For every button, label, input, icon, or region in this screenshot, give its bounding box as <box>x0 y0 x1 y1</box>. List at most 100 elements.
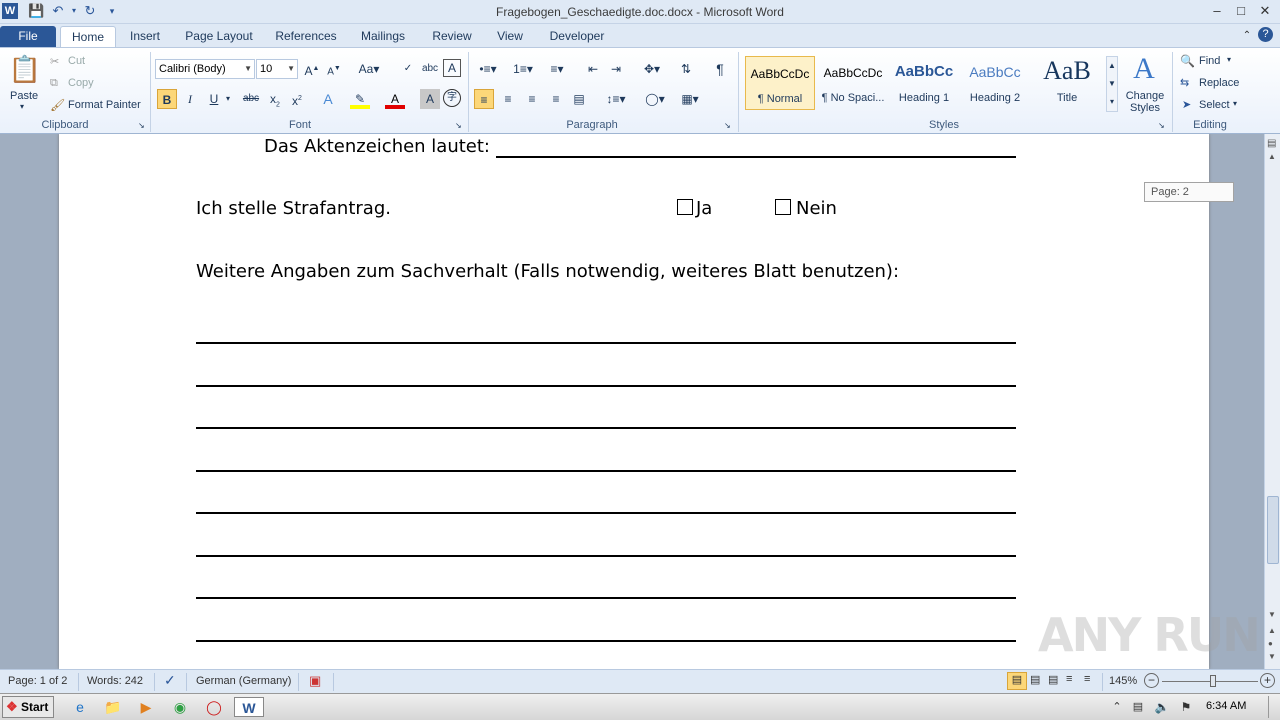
format-painter-button[interactable]: Format Painter <box>68 99 141 111</box>
close-button[interactable]: ✕ <box>1256 2 1274 20</box>
tab-home[interactable]: Home <box>60 26 116 48</box>
tab-mailings[interactable]: Mailings <box>354 26 412 48</box>
paragraph-launcher-icon[interactable]: ↘ <box>724 121 731 130</box>
subscript-button[interactable]: x2 <box>265 89 285 109</box>
clipboard-launcher-icon[interactable]: ↘ <box>138 121 145 130</box>
underline-dropdown-icon[interactable]: ▾ <box>222 89 234 109</box>
next-page-icon[interactable]: ▼ <box>1268 652 1276 661</box>
change-styles-button[interactable]: Change Styles <box>1124 90 1166 114</box>
numbering-icon[interactable]: 1≡▾ <box>508 59 538 79</box>
minimize-button[interactable]: – <box>1208 2 1226 20</box>
select-dropdown-icon[interactable]: ▾ <box>1233 99 1237 108</box>
character-shading-icon[interactable]: A <box>420 89 440 109</box>
ja-checkbox[interactable] <box>677 199 693 215</box>
scroll-up-icon[interactable]: ▲ <box>1268 152 1276 161</box>
opera-icon[interactable]: ◯ <box>204 697 224 717</box>
align-right-button[interactable]: ≡ <box>522 89 542 109</box>
media-player-icon[interactable]: ▶ <box>136 697 156 717</box>
document-page[interactable]: Das Aktenzeichen lautet: Ich stelle Stra… <box>59 134 1209 669</box>
phonetic-guide-icon[interactable]: abc <box>420 59 440 79</box>
chrome-icon[interactable]: ◉ <box>170 697 190 717</box>
start-button[interactable]: ❖ Start <box>2 696 54 718</box>
italic-button[interactable]: I <box>180 89 200 109</box>
show-formatting-icon[interactable]: ¶ <box>710 59 730 79</box>
enclose-characters-icon[interactable]: 字 <box>443 89 461 107</box>
clock[interactable]: 6:34 AM <box>1206 700 1246 712</box>
align-left-button[interactable]: ≡ <box>474 89 494 109</box>
style-no-spacing[interactable]: AaBbCcDc ¶ No Spaci... <box>818 56 888 110</box>
replace-button[interactable]: Replace <box>1199 77 1239 89</box>
clear-formatting-icon[interactable]: ✓ <box>398 59 418 79</box>
outline-icon[interactable]: ≡ <box>1066 673 1072 685</box>
scroll-down-icon[interactable]: ▼ <box>1268 610 1276 619</box>
tab-file[interactable]: File <box>0 26 56 48</box>
document-area[interactable]: Das Aktenzeichen lautet: Ich stelle Stra… <box>0 134 1264 669</box>
network-icon[interactable]: ▤ <box>1128 697 1148 717</box>
tab-insert[interactable]: Insert <box>122 26 168 48</box>
style-heading-2[interactable]: AaBbCc Heading 2 <box>960 56 1030 110</box>
sort-icon[interactable]: ⇅ <box>676 59 696 79</box>
increase-indent-icon[interactable]: ⇥ <box>606 59 626 79</box>
maximize-button[interactable]: □ <box>1232 2 1250 20</box>
shrink-font-icon[interactable]: A▼ <box>324 59 344 79</box>
word-count[interactable]: Words: 242 <box>87 675 143 687</box>
paste-dropdown-icon[interactable]: ▾ <box>20 102 24 111</box>
action-center-flag-icon[interactable]: ⚑ <box>1176 697 1196 717</box>
multilevel-list-icon[interactable]: ≡▾ <box>543 59 571 79</box>
select-button[interactable]: Select <box>1199 99 1230 111</box>
strikethrough-button[interactable]: abc <box>240 89 262 109</box>
font-size-combo[interactable]: 10 ▼ <box>256 59 298 79</box>
previous-page-icon[interactable]: ▲ <box>1268 626 1276 635</box>
volume-icon[interactable]: 🔈 <box>1152 697 1172 717</box>
tab-page-layout[interactable]: Page Layout <box>180 26 258 48</box>
help-icon[interactable]: ? <box>1258 27 1273 42</box>
vertical-scrollbar[interactable]: ▤ ▲ ▼ ▲ ● ▼ <box>1264 134 1280 669</box>
font-name-dropdown-icon[interactable]: ▼ <box>244 60 252 78</box>
copy-button[interactable]: Copy <box>68 77 94 89</box>
file-explorer-icon[interactable]: 📁 <box>103 697 123 717</box>
underline-button[interactable]: U <box>204 89 224 109</box>
word-taskbar-button[interactable]: W <box>234 697 264 717</box>
paste-icon[interactable]: 📋 <box>8 54 42 88</box>
language-indicator[interactable]: German (Germany) <box>196 675 291 687</box>
tab-view[interactable]: View <box>490 26 530 48</box>
change-case-icon[interactable]: Aa▾ <box>356 59 382 79</box>
distributed-button[interactable]: ▤ <box>569 89 589 109</box>
styles-launcher-icon[interactable]: ↘ <box>1158 121 1165 130</box>
font-size-dropdown-icon[interactable]: ▼ <box>287 60 295 78</box>
borders-icon[interactable]: ▦▾ <box>676 89 704 109</box>
font-launcher-icon[interactable]: ↘ <box>455 121 462 130</box>
shading-icon[interactable]: ◯▾ <box>641 89 669 109</box>
proofing-icon[interactable]: ✓ <box>164 672 176 689</box>
full-screen-reading-icon[interactable]: ▤ <box>1030 673 1040 686</box>
macro-record-icon[interactable]: ▣ <box>309 673 321 689</box>
character-border-icon[interactable]: A <box>443 59 461 77</box>
highlight-icon[interactable]: ✎ <box>350 89 370 109</box>
font-name-combo[interactable]: Calibri (Body) ▼ <box>155 59 255 79</box>
print-layout-icon[interactable]: ▤ <box>1007 672 1027 690</box>
ruler-toggle-icon[interactable]: ▤ <box>1267 138 1276 149</box>
find-dropdown-icon[interactable]: ▾ <box>1227 55 1231 64</box>
tab-review[interactable]: Review <box>426 26 478 48</box>
style-title[interactable]: AaB Title <box>1032 56 1102 110</box>
page-count[interactable]: Page: 1 of 2 <box>8 675 67 687</box>
zoom-slider-thumb[interactable] <box>1210 675 1216 687</box>
draft-icon[interactable]: ≡ <box>1084 673 1090 685</box>
bold-button[interactable]: B <box>157 89 177 109</box>
web-layout-icon[interactable]: ▤ <box>1048 673 1058 686</box>
styles-gallery-scroll[interactable]: ▲ ▼ ▾ <box>1106 56 1118 112</box>
font-color-icon[interactable]: A <box>385 89 405 109</box>
style-normal[interactable]: AaBbCcDc ¶ Normal <box>745 56 815 110</box>
tab-references[interactable]: References <box>270 26 342 48</box>
show-hidden-icons[interactable]: ⌃ <box>1107 697 1127 717</box>
decrease-indent-icon[interactable]: ⇤ <box>583 59 603 79</box>
bullets-icon[interactable]: •≡▾ <box>475 59 501 79</box>
find-button[interactable]: Find <box>1199 55 1220 67</box>
line-spacing-icon[interactable]: ↕≡▾ <box>602 89 630 109</box>
zoom-level[interactable]: 145% <box>1109 675 1137 687</box>
internet-explorer-icon[interactable]: e <box>70 697 90 717</box>
asian-layout-icon[interactable]: ✥▾ <box>638 59 666 79</box>
browse-object-icon[interactable]: ● <box>1268 639 1273 648</box>
text-effects-icon[interactable]: A <box>318 89 338 109</box>
align-center-button[interactable]: ≡ <box>498 89 518 109</box>
